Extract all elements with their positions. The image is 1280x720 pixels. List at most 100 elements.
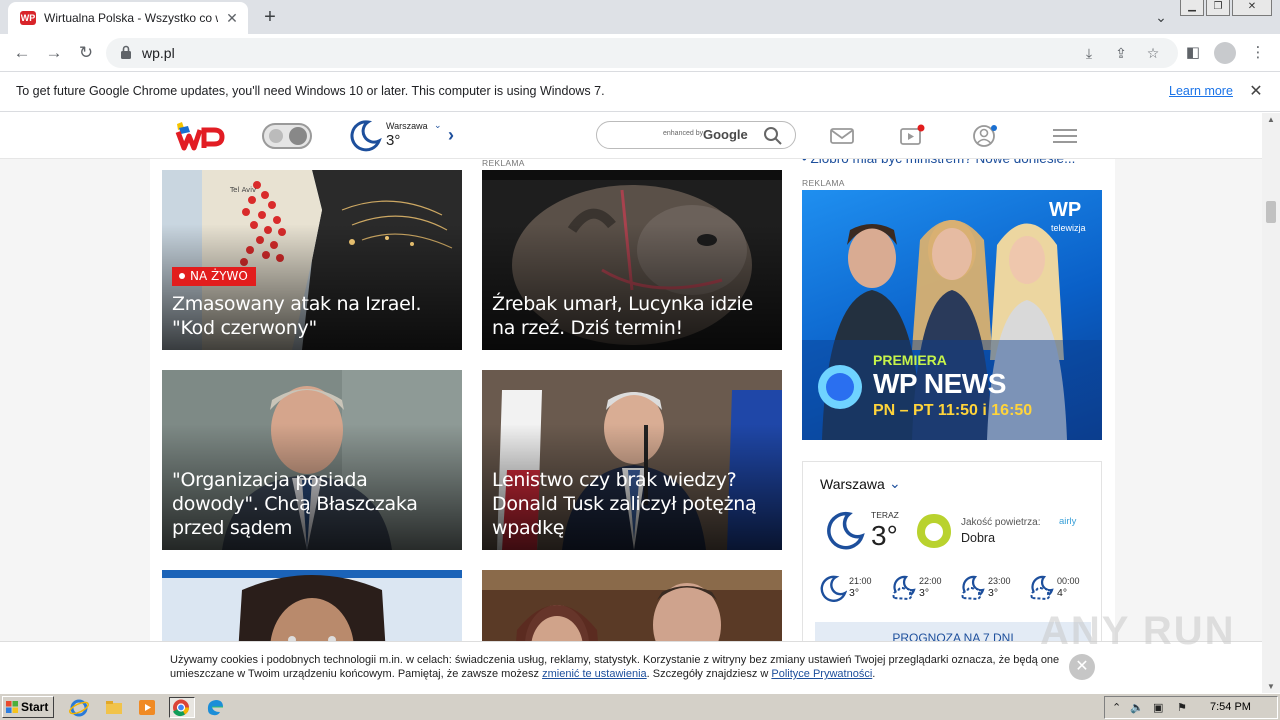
air-quality-good-icon	[917, 514, 951, 548]
page-scrollbar[interactable]: ▲ ▼	[1262, 113, 1280, 693]
chevron-down-icon: ⌄	[434, 120, 442, 130]
infobar-close-icon[interactable]: ✕	[1248, 81, 1264, 101]
bookmark-star-icon[interactable]: ☆	[1143, 43, 1163, 63]
lock-icon	[121, 45, 131, 59]
scroll-down-arrow-icon[interactable]: ▼	[1262, 682, 1280, 691]
chevron-down-icon[interactable]: ⌄	[889, 475, 901, 492]
chevron-right-icon[interactable]: ›	[448, 125, 454, 146]
news-tile[interactable]: Lenistwo czy brak wiedzy? Donald Tusk za…	[482, 370, 782, 550]
tab-strip: WP Wirtualna Polska - Wszystko co ważne …	[0, 0, 1280, 34]
tile-headline[interactable]: "Organizacja posiada dowody". Chcą Błasz…	[172, 468, 452, 540]
learn-more-link[interactable]: Learn more	[1169, 84, 1233, 98]
profile-button[interactable]	[1213, 41, 1237, 65]
volume-icon[interactable]: 🔈	[1130, 701, 1144, 714]
tile-headline[interactable]: Lenistwo czy brak wiedzy? Donald Tusk za…	[492, 468, 772, 540]
hour-time: 22:00	[919, 576, 942, 586]
crescent-moon-icon	[350, 120, 382, 152]
side-panel-icon[interactable]: ◧	[1181, 41, 1205, 65]
news-tile[interactable]: Tel Aviv NA ŻYWO Zmasowany atak na Izrae…	[162, 170, 462, 350]
tile-headline[interactable]: Zmasowany atak na Izrael. "Kod czerwony"	[172, 292, 452, 340]
news-tile[interactable]: "Organizacja posiada dowody". Chcą Błasz…	[162, 370, 462, 550]
header-weather[interactable]: Warszawa ⌄ 3° ›	[348, 119, 468, 153]
live-badge: NA ŻYWO	[172, 267, 256, 286]
news-tile[interactable]: Źrebak umarł, Lucynka idzie na rzeź. Dzi…	[482, 170, 782, 350]
hour-time: 23:00	[988, 576, 1011, 586]
hour-time: 21:00	[849, 576, 872, 586]
weather-now-label: TERAZ	[871, 510, 899, 520]
tab-close-icon[interactable]: ✕	[224, 10, 240, 26]
media-player-icon[interactable]	[136, 697, 158, 718]
start-button[interactable]: Start	[2, 696, 54, 718]
airly-brand-label: airly	[1059, 516, 1077, 527]
action-center-flag-icon[interactable]: ⚑	[1177, 701, 1187, 714]
cookie-close-icon[interactable]: ✕	[1069, 654, 1095, 680]
install-app-icon[interactable]: ⤓	[1079, 43, 1099, 63]
start-label: Start	[21, 700, 49, 714]
windows-taskbar: Start ⌃ 🔈 ▣ ⚑ 7:54 PM	[0, 693, 1280, 720]
weather-now-temp: 3°	[871, 520, 898, 551]
search-icon[interactable]	[763, 126, 783, 146]
moon-cloud-icon	[1030, 575, 1054, 601]
mail-icon[interactable]	[829, 124, 855, 148]
google-brand-label: Google	[703, 127, 748, 142]
air-quality-value: Dobra	[961, 531, 996, 545]
search-enhanced-label: enhanced by	[663, 130, 704, 137]
windows-logo-icon	[6, 701, 18, 713]
wp-logo-icon[interactable]	[174, 118, 230, 154]
new-tab-button[interactable]: +	[258, 5, 282, 29]
forward-button[interactable]: →	[42, 41, 66, 65]
url-text: wp.pl	[142, 45, 175, 61]
tab-search-chevron-icon[interactable]: ⌄	[1150, 6, 1172, 28]
reload-button[interactable]: ↻	[74, 41, 98, 65]
user-account-icon[interactable]	[972, 124, 998, 148]
browser-tab[interactable]: WP Wirtualna Polska - Wszystko co ważne …	[8, 2, 248, 34]
ad-sponsored-label: REKLAMA	[802, 178, 845, 188]
hamburger-menu-icon[interactable]	[1052, 124, 1078, 148]
wp-favicon-icon: WP	[20, 11, 36, 25]
taskbar-clock[interactable]: 7:54 PM	[1210, 701, 1251, 713]
hour-temp: 3°	[849, 587, 860, 599]
ad-wp-logo: WP	[1049, 199, 1082, 221]
cookie-text: Używamy cookies i podobnych technologii …	[170, 653, 1070, 681]
scroll-up-arrow-icon[interactable]: ▲	[1262, 115, 1280, 124]
video-icon[interactable]	[899, 124, 925, 148]
site-search-input[interactable]: enhanced by Google	[596, 121, 796, 149]
window-controls: ▁ ❐ ✕	[1180, 0, 1272, 16]
hourly-forecast-item: 21:00 3°	[819, 574, 879, 604]
cookie-text-part: . Szczegóły znajdziesz w	[646, 668, 772, 680]
air-quality-label: Jakość powietrza:	[961, 517, 1041, 528]
wp-news-ad[interactable]: WP telewizja PREMIERA WP NEWS PN – PT 11…	[802, 190, 1102, 440]
share-icon[interactable]: ⇪	[1111, 43, 1131, 63]
weather-city-select[interactable]: Warszawa	[820, 476, 885, 492]
hour-time: 00:00	[1057, 576, 1080, 586]
address-bar[interactable]: wp.pl ⤓ ⇪ ☆	[106, 38, 1178, 68]
scrollbar-thumb[interactable]	[1266, 201, 1276, 223]
ad-premiera-label: PREMIERA	[873, 352, 947, 368]
cookie-text-part: .	[872, 668, 876, 680]
avatar-icon	[1214, 42, 1236, 64]
hourly-forecast-item: 22:00 3°	[889, 574, 949, 604]
close-window-button[interactable]: ✕	[1232, 0, 1272, 16]
internet-explorer-icon[interactable]	[68, 697, 90, 718]
change-settings-link[interactable]: zmienić te ustawienia	[542, 668, 647, 680]
minimize-button[interactable]: ▁	[1180, 0, 1204, 16]
moon-icon	[269, 129, 283, 143]
back-button[interactable]: ←	[10, 41, 34, 65]
toggle-knob	[289, 127, 307, 145]
edge-icon[interactable]	[204, 697, 226, 718]
browser-toolbar: ← → ↻ wp.pl ⤓ ⇪ ☆ ◧ ⋮	[0, 34, 1280, 72]
header-weather-city: Warszawa	[386, 121, 428, 131]
file-explorer-icon[interactable]	[103, 697, 125, 718]
moon-cloud-icon	[961, 575, 985, 601]
tray-expand-icon[interactable]: ⌃	[1112, 701, 1121, 714]
tab-title: Wirtualna Polska - Wszystko co ważne	[44, 11, 218, 25]
ad-channel-label: telewizja	[1051, 223, 1086, 233]
menu-kebab-icon[interactable]: ⋮	[1246, 41, 1270, 65]
tile-headline[interactable]: Źrebak umarł, Lucynka idzie na rzeź. Dzi…	[492, 292, 772, 340]
chrome-taskbar-button[interactable]	[169, 697, 195, 718]
dark-mode-toggle[interactable]	[262, 123, 312, 149]
ad-title: WP NEWS	[873, 368, 1006, 399]
restore-button[interactable]: ❐	[1206, 0, 1230, 16]
network-icon[interactable]: ▣	[1153, 701, 1163, 714]
privacy-policy-link[interactable]: Polityce Prywatności	[771, 668, 872, 680]
